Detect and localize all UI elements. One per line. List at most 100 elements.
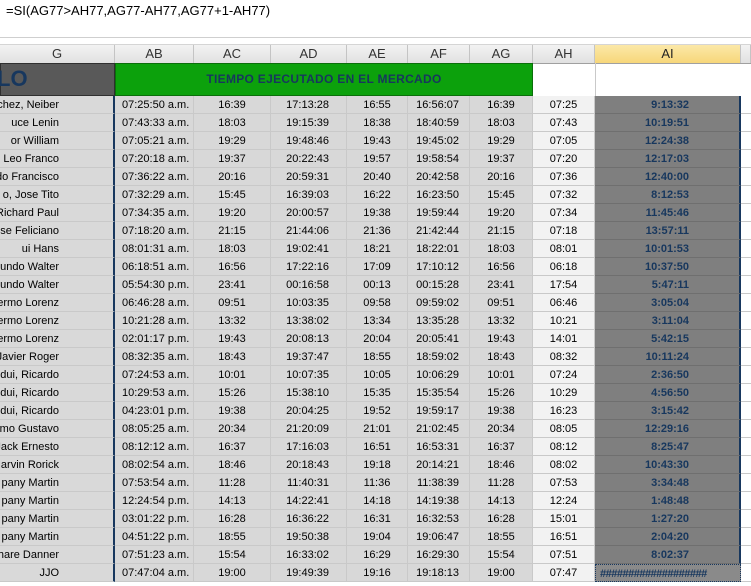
column-header-ah[interactable]: AH	[533, 45, 595, 63]
cell-g[interactable]: uce Lenin	[0, 114, 115, 132]
cell-ac[interactable]: 09:51	[194, 294, 271, 312]
cell-ad[interactable]: 16:33:02	[271, 546, 347, 564]
cell-aj[interactable]	[741, 96, 751, 114]
cell-ah[interactable]: 17:54	[533, 276, 595, 294]
cell-af[interactable]: 16:53:31	[408, 438, 470, 456]
cell-g[interactable]: s, Jimy Jack Ernesto	[0, 438, 115, 456]
cell-aj[interactable]	[741, 456, 751, 474]
cell-ah[interactable]: 08:12	[533, 438, 595, 456]
cell-g[interactable]: dui, Ricardo	[0, 366, 115, 384]
cell-ae[interactable]: 16:55	[347, 96, 408, 114]
cell-ai[interactable]: 10:43:30	[595, 456, 741, 474]
cell-af[interactable]: 19:59:17	[408, 402, 470, 420]
cell-ah[interactable]: 07:05	[533, 132, 595, 150]
cell-ag[interactable]: 19:38	[470, 402, 533, 420]
column-header-ae[interactable]: AE	[347, 45, 408, 63]
cell-ad[interactable]: 16:36:22	[271, 510, 347, 528]
cell-ac[interactable]: 16:39	[194, 96, 271, 114]
cell-ai[interactable]: 10:11:24	[595, 348, 741, 366]
cell-ad[interactable]: 19:37:47	[271, 348, 347, 366]
cell-ab[interactable]: 02:01:17 p.m.	[115, 330, 194, 348]
cell-ab[interactable]: 07:53:54 a.m.	[115, 474, 194, 492]
cell-ab[interactable]: 05:54:30 p.m.	[115, 276, 194, 294]
column-header-ab[interactable]: AB	[115, 45, 194, 63]
cell-ad[interactable]: 20:18:43	[271, 456, 347, 474]
cell-ab[interactable]: 04:51:22 p.m.	[115, 528, 194, 546]
cell-ag[interactable]: 19:43	[470, 330, 533, 348]
cell-ac[interactable]: 18:03	[194, 240, 271, 258]
cell-g[interactable]: egundo Walter	[0, 258, 115, 276]
cell-af[interactable]: 15:35:54	[408, 384, 470, 402]
cell-ab[interactable]: 03:01:22 p.m.	[115, 510, 194, 528]
cell-ai[interactable]: 12:29:16	[595, 420, 741, 438]
cell-af[interactable]: 18:59:02	[408, 348, 470, 366]
cell-af[interactable]: 19:58:54	[408, 150, 470, 168]
cell-ag[interactable]: 19:00	[470, 564, 533, 582]
cell-ai[interactable]: 3:15:42	[595, 402, 741, 420]
cell-af[interactable]: 19:18:13	[408, 564, 470, 582]
cell-g[interactable]: Elmo Gustavo	[0, 420, 115, 438]
cell-ab[interactable]: 07:24:53 a.m.	[115, 366, 194, 384]
cell-ag[interactable]: 19:29	[470, 132, 533, 150]
cell-ae[interactable]: 20:40	[347, 168, 408, 186]
cell-g[interactable]: uez, Javier Roger	[0, 348, 115, 366]
cell-ad[interactable]: 10:03:35	[271, 294, 347, 312]
cell-ad[interactable]: 20:08:13	[271, 330, 347, 348]
cell-ad[interactable]: 19:50:38	[271, 528, 347, 546]
cell-ac[interactable]: 10:01	[194, 366, 271, 384]
cell-ab[interactable]: 07:20:18 a.m.	[115, 150, 194, 168]
cell-ac[interactable]: 20:16	[194, 168, 271, 186]
cell-ad[interactable]: 17:16:03	[271, 438, 347, 456]
cell-ai[interactable]: 3:11:04	[595, 312, 741, 330]
cell-ah[interactable]: 08:01	[533, 240, 595, 258]
cell-g[interactable]: chez, Neiber	[0, 96, 115, 114]
cell-ae[interactable]: 16:22	[347, 186, 408, 204]
cell-g[interactable]: gundo Francisco	[0, 168, 115, 186]
merged-title-cell[interactable]: TIEMPO EJECUTADO EN EL MERCADO	[115, 63, 533, 96]
cell-ah[interactable]: 06:46	[533, 294, 595, 312]
cell-aj[interactable]	[741, 294, 751, 312]
cell-ag[interactable]: 15:54	[470, 546, 533, 564]
cell-ab[interactable]: 07:32:29 a.m.	[115, 186, 194, 204]
cell-ac[interactable]: 18:03	[194, 114, 271, 132]
cell-af[interactable]: 20:42:58	[408, 168, 470, 186]
cell-ag[interactable]: 15:45	[470, 186, 533, 204]
spreadsheet-grid[interactable]: G AB AC AD AE AF AG AH AI LO TIEMPO EJECUTADO EN…	[0, 38, 751, 586]
cell-ah[interactable]: 07:20	[533, 150, 595, 168]
cell-ae[interactable]: 19:18	[347, 456, 408, 474]
cell-ac[interactable]: 18:43	[194, 348, 271, 366]
cell-ab[interactable]: 07:18:20 a.m.	[115, 222, 194, 240]
cell-ag[interactable]: 20:16	[470, 168, 533, 186]
cell-ac[interactable]: 19:37	[194, 150, 271, 168]
column-header-ai[interactable]: AI	[595, 45, 741, 63]
cell-af[interactable]: 16:56:07	[408, 96, 470, 114]
cell-ab[interactable]: 04:23:01 p.m.	[115, 402, 194, 420]
cell-af[interactable]: 21:02:45	[408, 420, 470, 438]
cell-aj[interactable]	[741, 384, 751, 402]
cell-ah[interactable]: 07:24	[533, 366, 595, 384]
cell-af[interactable]: 10:06:29	[408, 366, 470, 384]
cell-ab[interactable]: 07:34:35 a.m.	[115, 204, 194, 222]
cell-ai[interactable]: 12:40:00	[595, 168, 741, 186]
column-header-g[interactable]: G	[0, 45, 115, 63]
cell-ai[interactable]: 2:36:50	[595, 366, 741, 384]
cell-ag[interactable]: 20:34	[470, 420, 533, 438]
cell-ai[interactable]: 3:05:04	[595, 294, 741, 312]
cell-ac[interactable]: 19:00	[194, 564, 271, 582]
cell-g[interactable]: pany Martin	[0, 510, 115, 528]
cell-ai[interactable]: 1:27:20	[595, 510, 741, 528]
cell-aj[interactable]	[741, 204, 751, 222]
cell-af[interactable]: 16:29:30	[408, 546, 470, 564]
cell-ai[interactable]: 10:01:53	[595, 240, 741, 258]
cell-g[interactable]: achi, Guillermo Lorenz	[0, 312, 115, 330]
cell-af[interactable]: 14:19:38	[408, 492, 470, 510]
cell-ai[interactable]: 12:17:03	[595, 150, 741, 168]
cell-ag[interactable]: 23:41	[470, 276, 533, 294]
cell-g[interactable]: dui, Ricardo	[0, 384, 115, 402]
cell-aj[interactable]	[741, 240, 751, 258]
cell-ac[interactable]: 13:32	[194, 312, 271, 330]
cell-ac[interactable]: 18:46	[194, 456, 271, 474]
cell-ag[interactable]: 19:37	[470, 150, 533, 168]
formula-bar[interactable]: =SI(AG77>AH77,AG77-AH77,AG77+1-AH77)	[0, 0, 751, 38]
cell-ae[interactable]: 16:51	[347, 438, 408, 456]
